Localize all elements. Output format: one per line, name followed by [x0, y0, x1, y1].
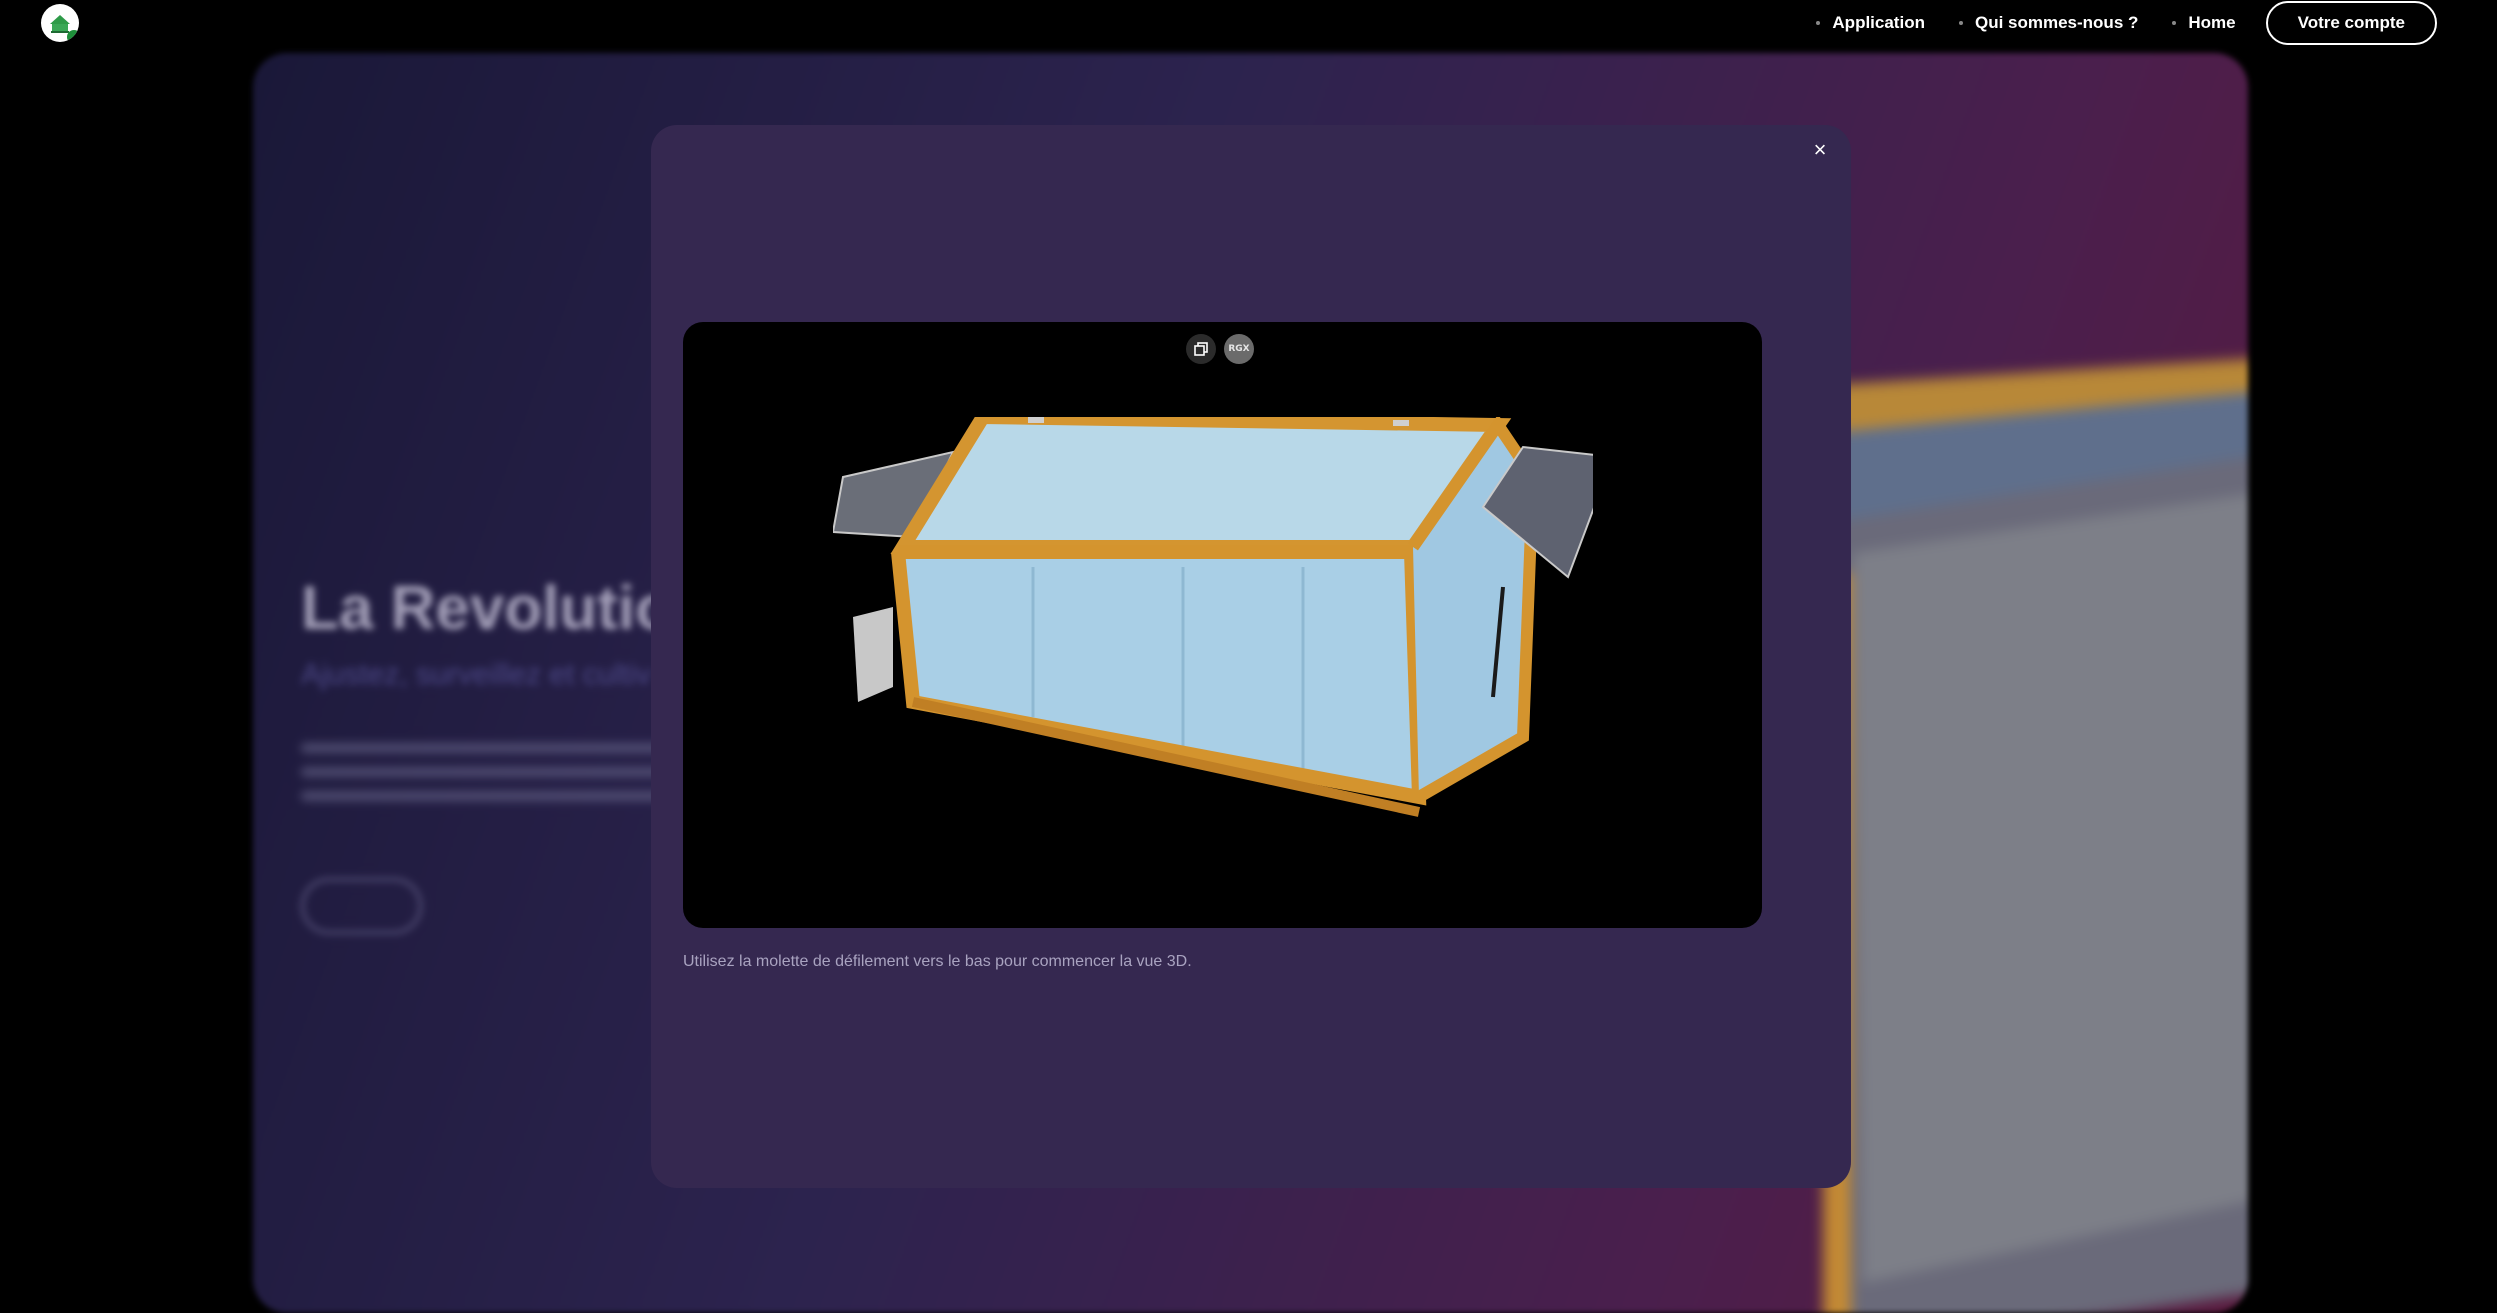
bullet-icon — [1958, 21, 1963, 25]
rgx-badge-button[interactable]: RGX — [1224, 334, 1254, 364]
nav-item-label: Qui sommes-nous ? — [1974, 13, 2139, 32]
brand-logo[interactable] — [41, 4, 79, 42]
logo-badge-icon — [67, 30, 79, 42]
bullet-icon — [1816, 21, 1821, 25]
nav-item-label: Application — [1832, 13, 1925, 32]
nav-item-about[interactable]: Qui sommes-nous ? — [1958, 13, 2139, 33]
nav-item-application[interactable]: Application — [1816, 13, 1925, 33]
hero-subtitle: Ajustez, surveillez et cultiv — [301, 658, 652, 691]
main-nav: Application Qui sommes-nous ? Home Votre… — [1816, 1, 2437, 45]
account-button[interactable]: Votre compte — [2265, 1, 2437, 45]
nav-item-home[interactable]: Home — [2172, 13, 2236, 33]
greenhouse-3d-model — [833, 417, 1593, 817]
3d-viewer[interactable]: RGX — [683, 322, 1762, 928]
close-button[interactable]: × — [1807, 137, 1833, 163]
viewer-controls: RGX — [1186, 334, 1254, 364]
copy-icon[interactable] — [1186, 334, 1216, 364]
viewer-hint: Utilisez la molette de défilement vers l… — [683, 953, 1192, 970]
hero-title: La Revolutio — [301, 574, 674, 643]
bullet-icon — [2172, 21, 2177, 25]
hero-cta-button[interactable] — [301, 878, 422, 934]
viewer-modal: × RGX Utilisez la molette de défilement … — [651, 125, 1851, 1188]
top-navigation: Application Qui sommes-nous ? Home Votre… — [0, 0, 2497, 46]
nav-item-label: Home — [2188, 13, 2236, 32]
